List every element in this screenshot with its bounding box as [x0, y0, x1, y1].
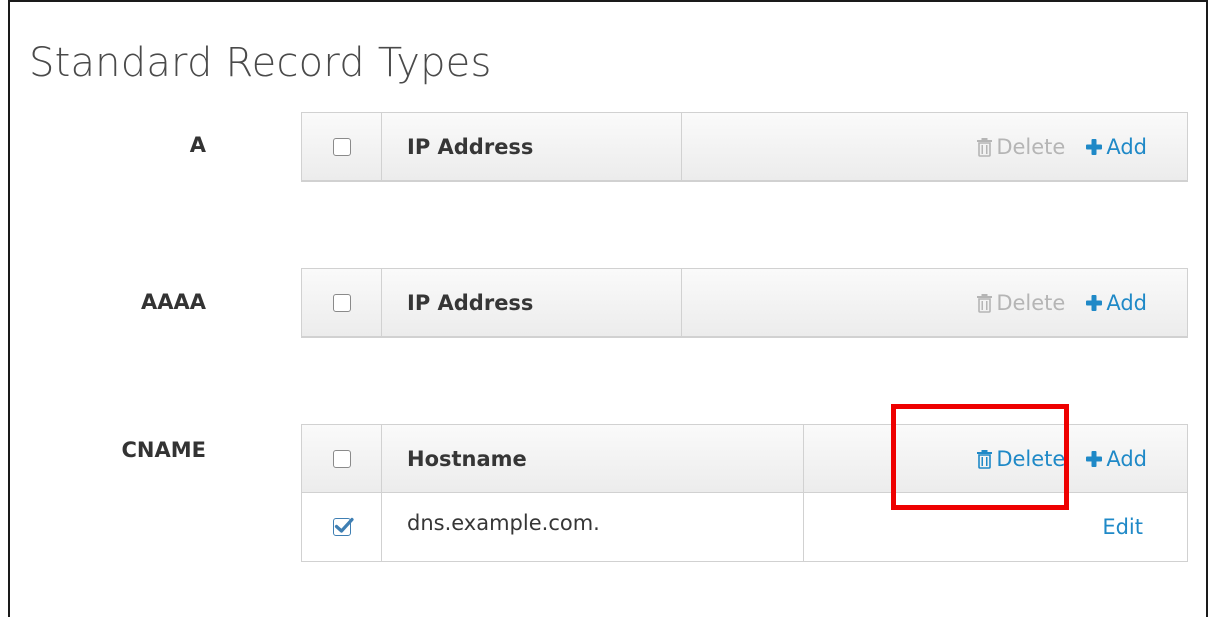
- row-select-cell: [302, 493, 382, 561]
- table-header: IP Address Delete Add: [302, 113, 1187, 181]
- column-header-hostname[interactable]: Hostname: [382, 425, 804, 492]
- record-table-aaaa: IP Address Delete Add: [301, 268, 1188, 338]
- trash-icon: [976, 449, 993, 469]
- check-icon: [334, 517, 354, 533]
- row-checkbox[interactable]: [332, 517, 354, 536]
- select-all-cell: [302, 113, 382, 180]
- delete-button[interactable]: Delete: [976, 133, 1065, 161]
- column-header-ip-address[interactable]: IP Address: [382, 269, 682, 336]
- add-label: Add: [1106, 446, 1147, 471]
- select-all-cell: [302, 425, 382, 492]
- add-button[interactable]: Add: [1085, 289, 1147, 317]
- record-type-label-a: A: [189, 133, 206, 157]
- select-all-checkbox[interactable]: [332, 449, 351, 468]
- delete-label: Delete: [996, 134, 1066, 159]
- add-button[interactable]: Add: [1085, 133, 1147, 161]
- record-table-cname: Hostname Delete Add dns.example.com. Edi…: [301, 424, 1188, 562]
- plus-icon: [1085, 138, 1103, 156]
- table-header: Hostname Delete Add: [302, 425, 1187, 493]
- select-all-checkbox[interactable]: [332, 137, 351, 156]
- page-title: Standard Record Types: [29, 40, 492, 86]
- trash-icon: [976, 137, 993, 157]
- record-type-label-cname: CNAME: [121, 438, 206, 462]
- plus-icon: [1085, 294, 1103, 312]
- hostname-cell: dns.example.com.: [382, 493, 804, 561]
- add-label: Add: [1106, 290, 1147, 315]
- add-button[interactable]: Add: [1085, 445, 1147, 473]
- record-type-label-aaaa: AAAA: [140, 290, 206, 314]
- delete-button[interactable]: Delete: [976, 445, 1065, 473]
- table-row: dns.example.com. Edit: [302, 493, 1187, 561]
- select-all-cell: [302, 269, 382, 336]
- row-actions: Edit: [804, 493, 1187, 561]
- plus-icon: [1085, 450, 1103, 468]
- table-actions: Delete Add: [804, 425, 1187, 492]
- edit-link[interactable]: Edit: [1102, 515, 1143, 539]
- table-header: IP Address Delete Add: [302, 269, 1187, 337]
- delete-label: Delete: [996, 446, 1066, 471]
- delete-label: Delete: [996, 290, 1066, 315]
- select-all-checkbox[interactable]: [332, 293, 351, 312]
- table-actions: Delete Add: [682, 269, 1187, 336]
- delete-button[interactable]: Delete: [976, 289, 1065, 317]
- table-actions: Delete Add: [682, 113, 1187, 180]
- record-table-a: IP Address Delete Add: [301, 112, 1188, 182]
- column-header-ip-address[interactable]: IP Address: [382, 113, 682, 180]
- trash-icon: [976, 293, 993, 313]
- add-label: Add: [1106, 134, 1147, 159]
